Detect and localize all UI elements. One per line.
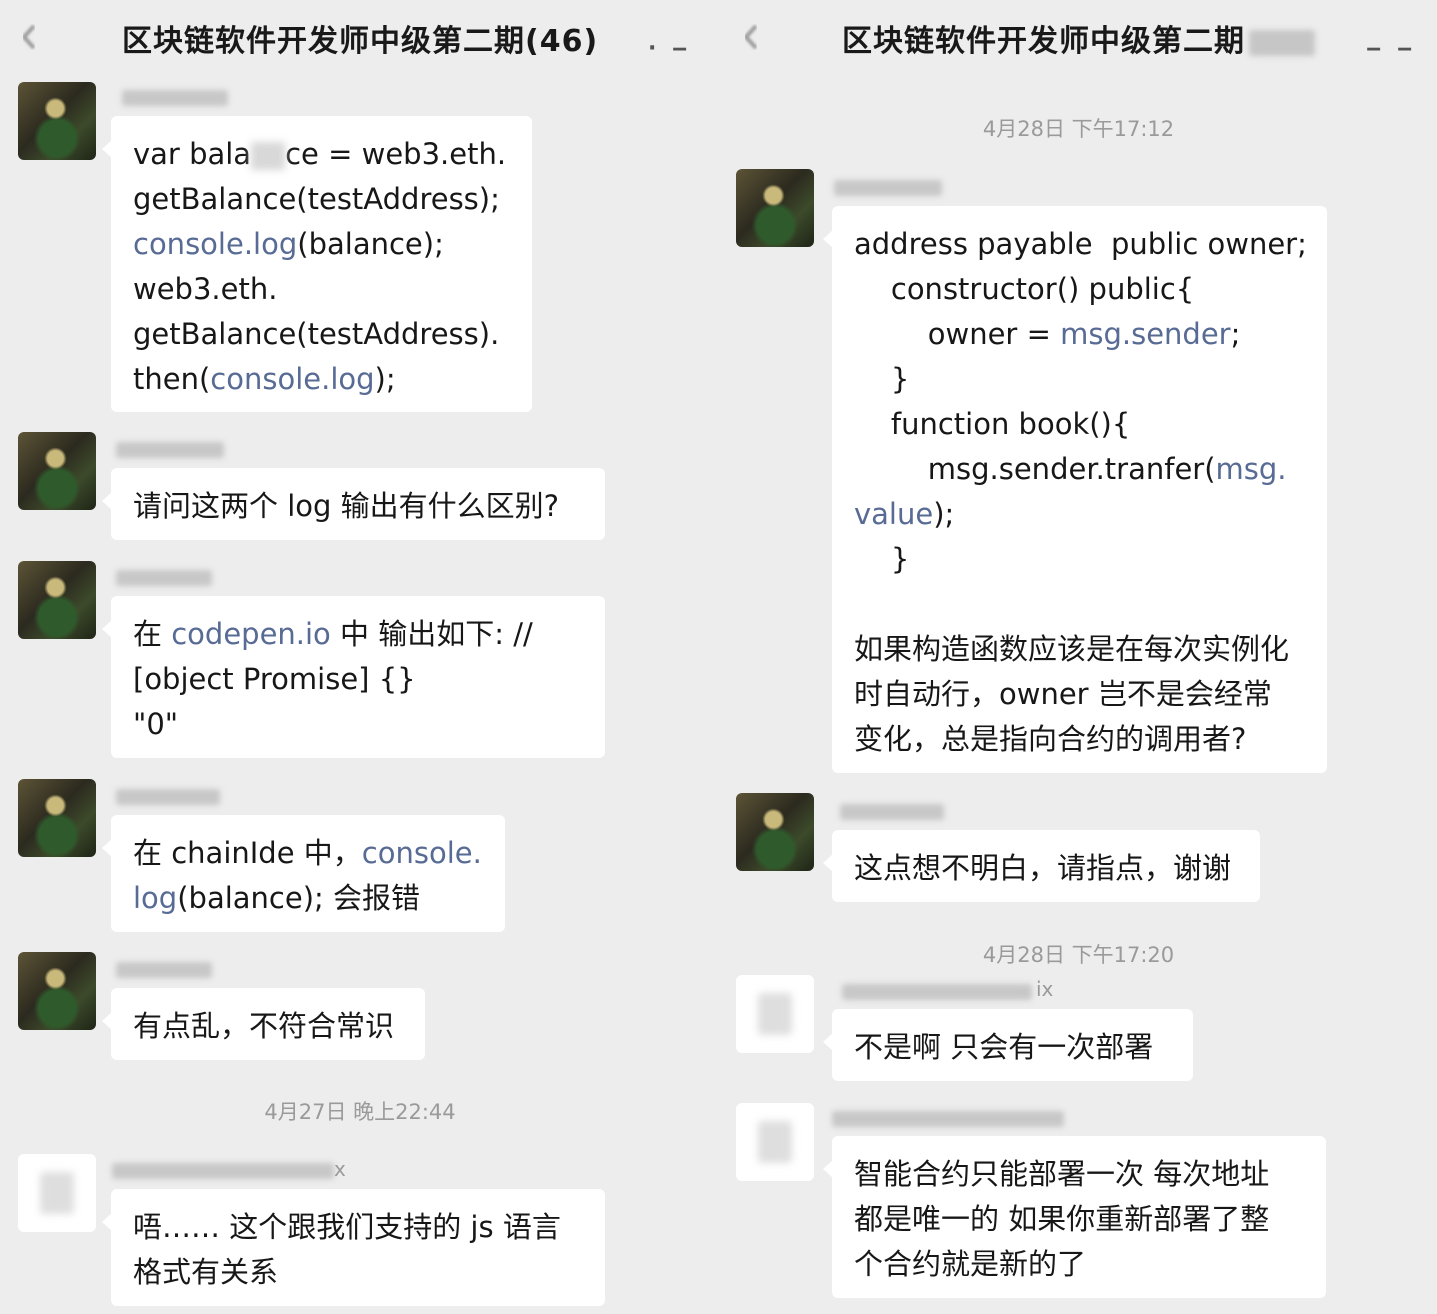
message-bubble[interactable]: 智能合约只能部署一次 每次地址 都是唯一的 如果你重新部署了整 个合约就是新的了	[823, 1136, 1326, 1298]
sender-name	[116, 789, 220, 805]
message-bubble[interactable]: 不是啊 只会有一次部署	[823, 1009, 1193, 1081]
link[interactable]: msg.	[1216, 452, 1287, 486]
sender-name	[116, 570, 212, 586]
sender-name	[842, 984, 1032, 1000]
timestamp: 4月28日 下午17:12	[982, 117, 1175, 141]
message-bubble[interactable]: 唔…… 这个跟我们支持的 js 语言 格式有关系	[102, 1189, 605, 1306]
chat-title: 区块链软件开发师中级第二期	[842, 16, 1315, 60]
avatar[interactable]	[736, 1103, 814, 1181]
avatar[interactable]	[18, 432, 96, 510]
message-bubble[interactable]: 在 codepen.io 中 输出如下: // [object Promise]…	[102, 596, 605, 758]
message-bubble[interactable]: 请问这两个 log 输出有什么区别?	[102, 468, 605, 540]
link[interactable]: console	[133, 227, 244, 261]
avatar[interactable]	[18, 952, 96, 1030]
link[interactable]: codepen.io	[171, 617, 331, 651]
message-bubble[interactable]: 这点想不明白，请指点，谢谢	[823, 830, 1260, 902]
avatar[interactable]	[18, 1154, 96, 1232]
left-header: 区块链软件开发师中级第二期(46) · ‒	[0, 0, 720, 78]
more-options-icon[interactable]: ‒ ‒	[1366, 36, 1416, 61]
right-chat-panel: 区块链软件开发师中级第二期 ‒ ‒ 4月28日 下午17:12 address …	[720, 0, 1437, 1314]
avatar[interactable]	[736, 975, 814, 1053]
right-header: 区块链软件开发师中级第二期 ‒ ‒	[720, 0, 1437, 78]
sender-name-suffix: x	[334, 1157, 346, 1181]
sender-name	[122, 90, 228, 106]
chat-title: 区块链软件开发师中级第二期(46)	[122, 24, 599, 59]
avatar[interactable]	[736, 169, 814, 247]
back-arrow-icon[interactable]	[22, 24, 36, 50]
sender-name	[116, 962, 212, 978]
avatar[interactable]	[18, 561, 96, 639]
sender-name	[832, 1111, 1064, 1127]
more-options-icon[interactable]: · ‒	[648, 36, 691, 61]
message-bubble[interactable]: 有点乱，不符合常识	[102, 988, 425, 1060]
sender-name	[834, 180, 942, 196]
message-bubble[interactable]: 在 chainIde 中，console. log(balance); 会报错	[102, 815, 505, 932]
timestamp: 4月28日 下午17:20	[982, 943, 1175, 967]
left-chat-panel: 区块链软件开发师中级第二期(46) · ‒ var bala ce = web3.…	[0, 0, 720, 1314]
link[interactable]: console.log	[210, 362, 374, 396]
avatar[interactable]	[736, 793, 814, 871]
link[interactable]: msg.sender	[1060, 317, 1231, 351]
message-bubble[interactable]: var bala ce = web3.eth. getBalance(testAd…	[102, 116, 532, 412]
link[interactable]: log	[253, 227, 297, 261]
code-message-bubble[interactable]: address payable public owner; constructo…	[823, 206, 1327, 773]
sender-name	[112, 1163, 334, 1179]
avatar[interactable]	[18, 779, 96, 857]
sender-name	[840, 804, 944, 820]
sender-name	[116, 442, 224, 458]
back-arrow-icon[interactable]	[744, 24, 758, 50]
sender-name-suffix: ix	[1036, 977, 1054, 1001]
timestamp: 4月27日 晚上22:44	[264, 1100, 456, 1124]
link[interactable]: value	[854, 497, 933, 531]
avatar[interactable]	[18, 82, 96, 160]
